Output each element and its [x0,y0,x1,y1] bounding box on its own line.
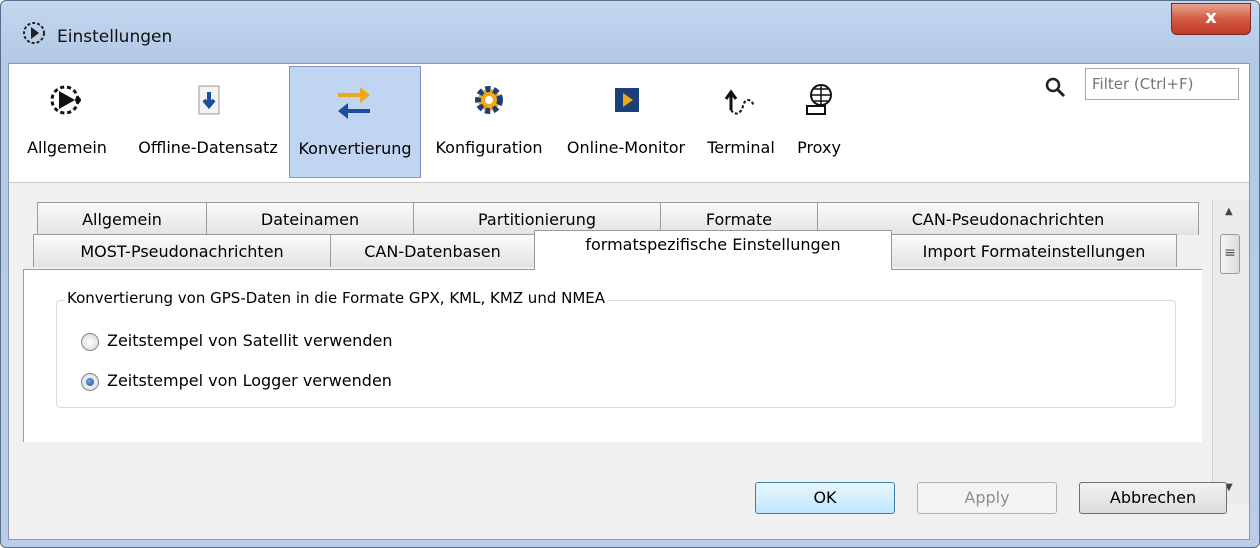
toolbar-item-allgemein[interactable]: Allgemein [9,66,125,176]
title-bar: Einstellungen x [1,1,1259,53]
search-icon [1045,77,1066,98]
config-gear-icon [475,86,503,114]
convert-arrows-icon [338,87,370,119]
gps-conversion-group: Konvertierung von GPS-Daten in die Forma… [56,289,1176,408]
filter-input[interactable] [1085,68,1239,100]
toolbar-item-terminal[interactable]: Terminal [697,66,785,176]
window-title: Einstellungen [57,27,173,47]
radio-button-checked[interactable] [81,373,99,391]
toolbar-label: Online-Monitor [566,138,686,157]
terminal-icon [724,89,755,115]
toolbar-label: Terminal [707,138,775,157]
toolbar-item-offline-datensatz[interactable]: Offline-Datensatz [127,66,289,176]
toolbar-label: Offline-Datensatz [138,138,278,157]
toolbar-item-proxy[interactable]: Proxy [787,66,851,176]
tab-content-panel: Konvertierung von GPS-Daten in die Forma… [23,269,1202,442]
cancel-button[interactable]: Abbrechen [1079,482,1227,514]
tab-allgemein[interactable]: Allgemein [37,202,207,235]
gear-dots-icon [50,85,81,115]
scroll-thumb[interactable]: ≡ [1220,234,1240,274]
category-toolbar: Allgemein Offline-Datensatz Konvertierun… [9,64,1249,183]
toolbar-item-konfiguration[interactable]: Konfiguration [423,66,555,176]
tab-import-formateinstellungen[interactable]: Import Formateinstellungen [891,234,1177,267]
toolbar-label: Proxy [797,138,841,157]
radio-button[interactable] [81,333,99,351]
app-gear-icon [23,22,45,44]
toolbar-label: Konfiguration [435,138,543,157]
group-title: Konvertierung von GPS-Daten in die Forma… [65,289,608,307]
toolbar-item-online-monitor[interactable]: Online-Monitor [557,66,695,176]
toolbar-label: Allgemein [27,138,107,157]
apply-button[interactable]: Apply [917,482,1057,514]
toolbar-item-konvertierung[interactable]: Konvertierung [289,66,421,178]
radio-label: Zeitstempel von Satellit verwenden [107,331,393,350]
radio-label: Zeitstempel von Logger verwenden [107,371,392,390]
tab-can-datenbasen[interactable]: CAN-Datenbasen [330,234,535,267]
tab-formatspezifische-einstellungen[interactable]: formatspezifische Einstellungen [534,230,892,270]
tab-dateinamen[interactable]: Dateinamen [206,202,414,235]
ok-button[interactable]: OK [755,482,895,514]
toolbar-label: Konvertierung [298,139,412,158]
download-file-icon [198,85,220,115]
monitor-play-icon [615,88,639,112]
scroll-up-arrow-icon[interactable]: ▲ [1225,206,1233,217]
close-button[interactable]: x [1171,3,1251,35]
vertical-scrollbar[interactable]: ▲ ≡ ▼ [1212,200,1249,504]
proxy-globe-icon [806,84,832,115]
tab-most-pseudonachrichten[interactable]: MOST-Pseudonachrichten [33,234,331,267]
settings-window: Einstellungen x Allgemein Offline-Datens… [0,0,1260,548]
